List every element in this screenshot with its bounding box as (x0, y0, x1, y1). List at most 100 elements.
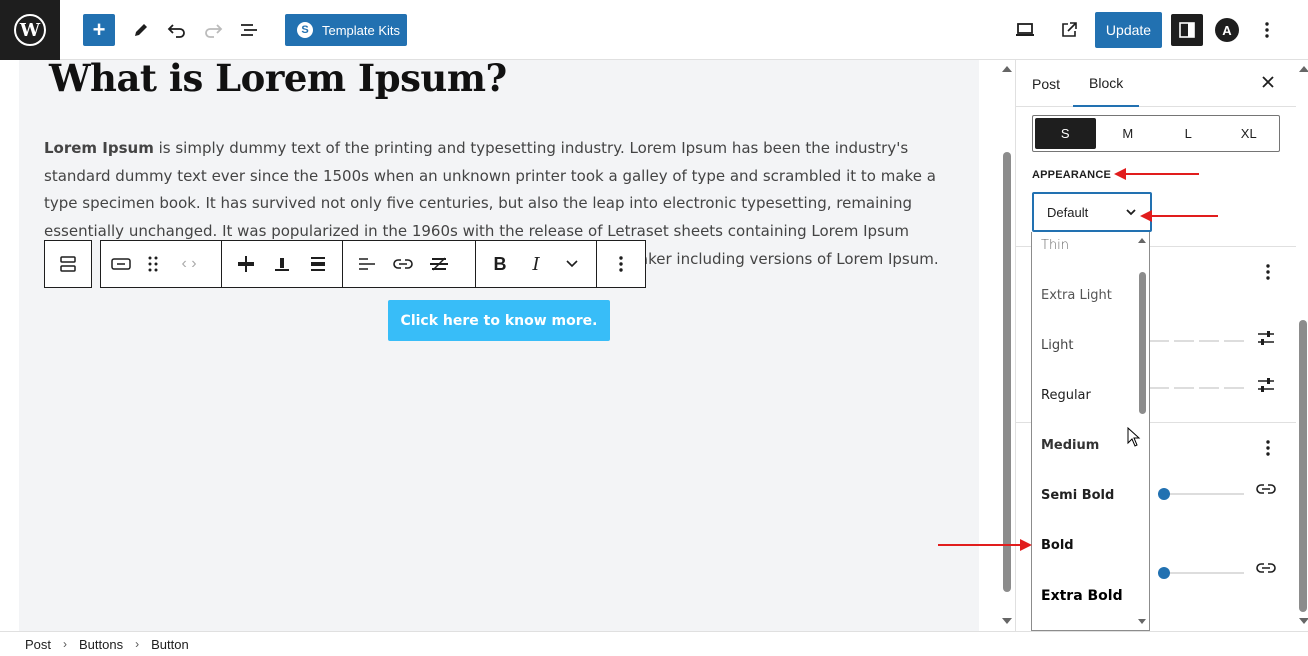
svg-text:W: W (19, 20, 41, 41)
buttons-block-icon (52, 248, 84, 280)
redo-icon[interactable] (197, 14, 229, 46)
template-kits-icon: S (297, 22, 313, 38)
text-align-icon[interactable] (351, 248, 383, 280)
margin-adjust-icon[interactable] (1256, 376, 1280, 400)
link-sides-icon[interactable] (1256, 482, 1280, 506)
breadcrumb-post[interactable]: Post (25, 637, 51, 652)
block-toolbar-group-text (343, 241, 476, 287)
breadcrumb-buttons[interactable]: Buttons (79, 637, 123, 652)
tab-post[interactable]: Post (1032, 60, 1060, 107)
wordpress-logo-icon[interactable]: W (0, 0, 60, 60)
button-block-icon[interactable] (105, 248, 137, 280)
dropdown-scrollbar-thumb[interactable] (1139, 272, 1146, 414)
drag-handle-icon[interactable] (141, 248, 165, 280)
dropdown-option-extra-light[interactable]: Extra Light (1041, 288, 1112, 303)
stretch-width-icon[interactable] (302, 248, 334, 280)
border-width-slider[interactable] (1158, 488, 1244, 500)
dropdown-option-medium[interactable]: Medium (1041, 438, 1099, 453)
appearance-select[interactable]: Default (1032, 192, 1152, 232)
dropdown-option-regular[interactable]: Regular (1041, 388, 1091, 403)
more-formatting-chevron-down-icon[interactable] (556, 248, 588, 280)
scroll-down-arrow-icon[interactable] (1002, 618, 1012, 624)
dropdown-option-light[interactable]: Light (1041, 338, 1073, 353)
size-option-s[interactable]: S (1035, 118, 1096, 149)
sidebar-scrollbar[interactable] (1297, 60, 1308, 631)
block-toolbar: ‹ › B I (100, 240, 646, 288)
appearance-select-value: Default (1047, 204, 1089, 220)
editor-canvas[interactable]: What is Lorem Ipsum? Lorem Ipsum is simp… (19, 60, 979, 631)
spacing-control-track[interactable] (1149, 340, 1249, 342)
options-kebab-icon[interactable] (1255, 14, 1279, 46)
template-kits-label: Template Kits (322, 22, 401, 38)
margin-control-track[interactable] (1149, 387, 1249, 389)
close-icon[interactable] (1256, 70, 1280, 94)
sidebar-scrollbar-thumb[interactable] (1299, 320, 1307, 612)
breadcrumb-button[interactable]: Button (151, 637, 189, 652)
dropdown-option-thin[interactable]: Thin (1041, 238, 1069, 253)
dropdown-option-extra-bold[interactable]: Extra Bold (1041, 588, 1123, 604)
link-icon[interactable] (387, 248, 419, 280)
select-parent-block-button[interactable] (44, 240, 92, 288)
size-option-l[interactable]: L (1158, 116, 1219, 151)
dropdown-scroll-down-icon[interactable] (1138, 619, 1146, 624)
cta-button[interactable]: Click here to know more. (388, 300, 610, 341)
breadcrumb-chevron-right-icon: › (135, 637, 140, 651)
border-panel-kebab-icon[interactable] (1256, 436, 1280, 460)
appearance-label: APPEARANCE (1032, 169, 1112, 181)
post-title[interactable]: What is Lorem Ipsum? (49, 60, 507, 100)
align-bottom-icon[interactable] (266, 248, 298, 280)
document-overview-icon[interactable] (233, 14, 265, 46)
editor-header: W + S Template Kits Update A (0, 0, 1308, 60)
size-option-m[interactable]: M (1098, 116, 1159, 151)
template-kits-button[interactable]: S Template Kits (285, 14, 407, 46)
editor-scrollbar-thumb[interactable] (1003, 152, 1011, 592)
slider-knob[interactable] (1158, 488, 1170, 500)
sidebar-scroll-up-icon[interactable] (1299, 66, 1308, 72)
block-toolbar-group-justify (222, 241, 343, 287)
paragraph-line-1: is simply dummy text of the printing and… (153, 139, 909, 157)
update-button[interactable]: Update (1095, 12, 1162, 48)
paragraph-bold-text: Lorem Ipsum (44, 139, 154, 157)
block-options-kebab-icon[interactable] (605, 248, 637, 280)
settings-tabs: Post Block (1016, 60, 1296, 107)
preview-device-icon[interactable] (1009, 14, 1041, 46)
size-toggle-group: S M L XL (1032, 115, 1280, 152)
view-post-external-icon[interactable] (1053, 14, 1085, 46)
settings-sidebar-toggle-icon[interactable] (1171, 14, 1203, 46)
italic-icon[interactable]: I (520, 248, 552, 280)
scroll-up-arrow-icon[interactable] (1002, 66, 1012, 72)
add-block-button[interactable]: + (83, 14, 115, 46)
chevron-down-icon (1126, 207, 1136, 219)
annotation-arrow-appearance-label (1114, 168, 1199, 180)
dropdown-option-bold[interactable]: Bold (1041, 538, 1074, 553)
paragraph-line-2: standard dummy text ever since the 1500s… (44, 166, 936, 185)
dropdown-scroll-up-icon[interactable] (1138, 238, 1146, 243)
block-toolbar-group-format: B I (476, 241, 597, 287)
bold-icon[interactable]: B (484, 248, 516, 280)
size-option-xl[interactable]: XL (1219, 116, 1280, 151)
paragraph-line-3: type specimen book. It has survived not … (44, 194, 912, 213)
breadcrumb-chevron-right-icon: › (63, 637, 68, 651)
astra-settings-icon[interactable]: A (1215, 18, 1239, 42)
sidebar-scroll-down-icon[interactable] (1299, 618, 1308, 624)
justify-center-icon[interactable] (230, 248, 262, 280)
highlight-strikethrough-icon[interactable] (423, 248, 455, 280)
block-breadcrumb: Post › Buttons › Button (0, 631, 1308, 656)
slider-knob[interactable] (1158, 567, 1170, 579)
dropdown-option-semi-bold[interactable]: Semi Bold (1041, 488, 1114, 503)
tab-block[interactable]: Block (1073, 60, 1140, 107)
block-toolbar-group-block: ‹ › (101, 241, 222, 287)
paragraph-line-5-end: laker including versions of Lorem Ipsum. (634, 249, 939, 268)
mouse-cursor-icon (1127, 426, 1141, 452)
block-toolbar-group-options (597, 241, 645, 287)
annotation-arrow-appearance-select (1140, 210, 1218, 222)
spacing-adjust-icon[interactable] (1256, 329, 1280, 353)
link-corners-icon[interactable] (1256, 561, 1280, 585)
panel-options-kebab-icon[interactable] (1256, 260, 1280, 284)
edit-tools-pencil-icon[interactable] (125, 14, 157, 46)
border-radius-slider[interactable] (1158, 567, 1244, 579)
paragraph-line-4: essentially unchanged. It was popularize… (44, 222, 910, 241)
undo-icon[interactable] (161, 14, 193, 46)
annotation-arrow-bold-option (938, 539, 1032, 551)
move-left-right-icon[interactable]: ‹ › (169, 248, 209, 280)
